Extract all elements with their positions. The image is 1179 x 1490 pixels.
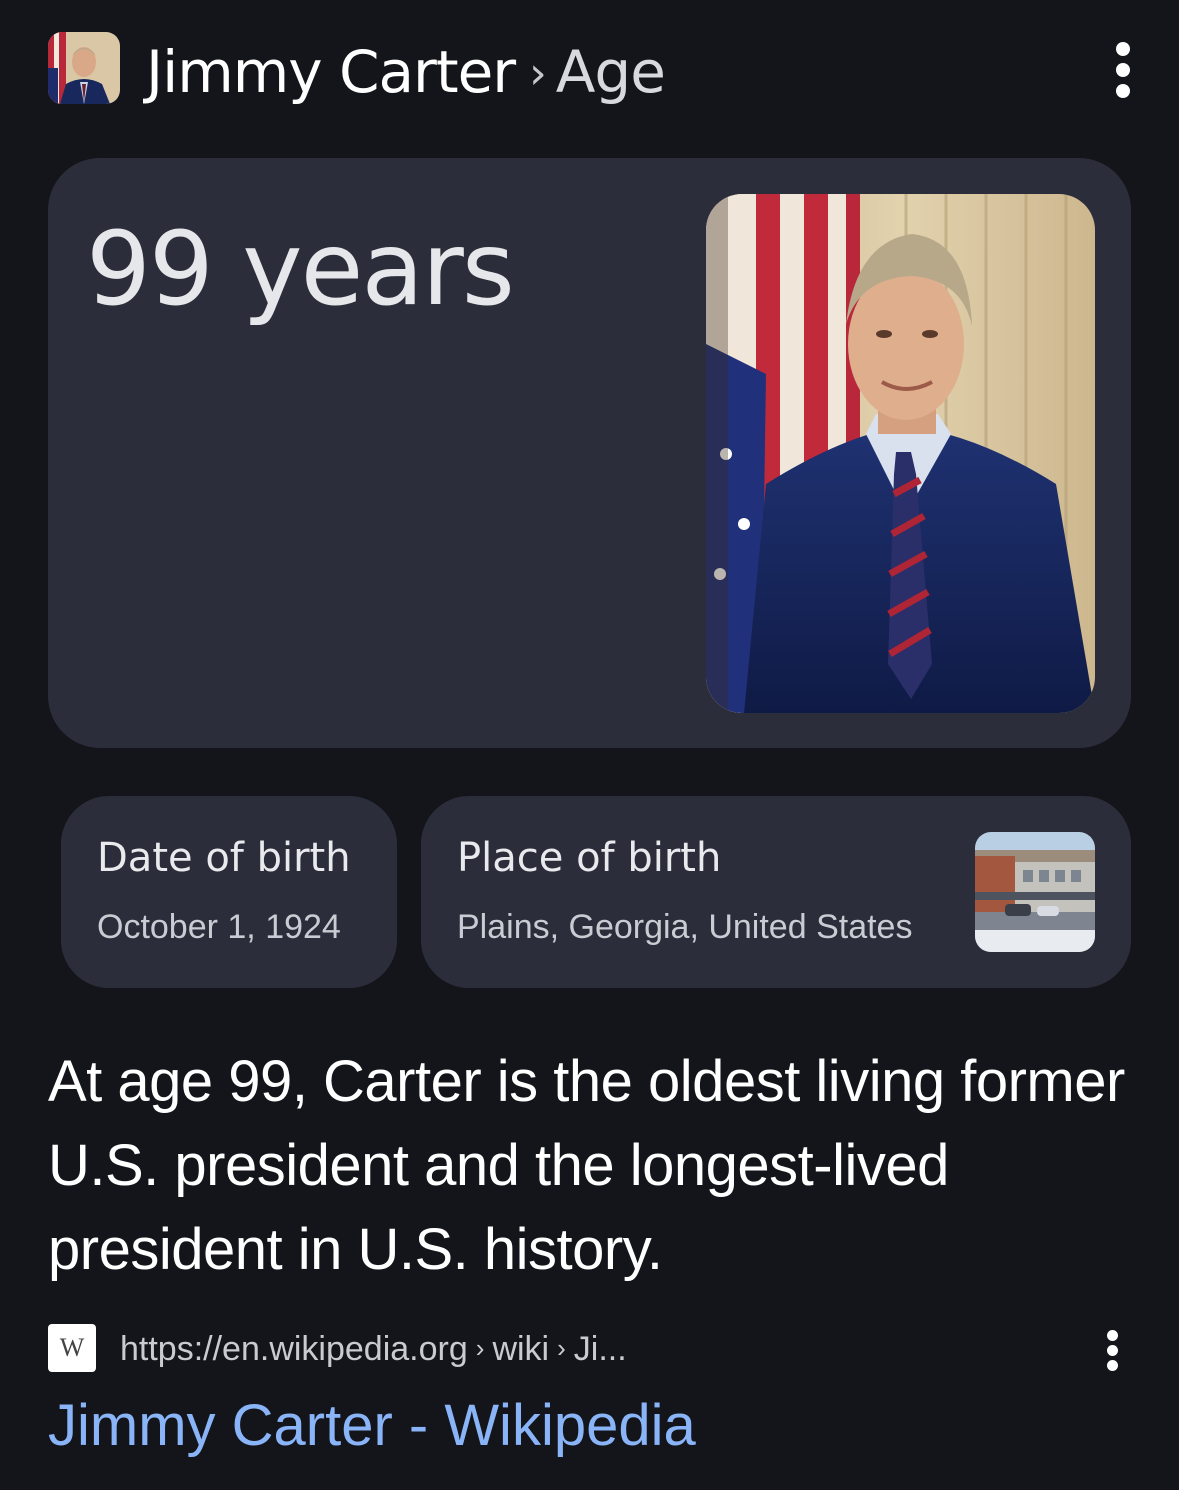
place-thumbnail — [975, 832, 1095, 952]
fact-label: Place of birth — [457, 835, 722, 881]
source-url-part: wiki — [492, 1330, 550, 1368]
fact-chip-place-of-birth[interactable]: Place of birth Plains, Georgia, United S… — [421, 796, 1131, 988]
breadcrumb-attribute: Age — [555, 38, 666, 106]
result-title-link[interactable]: Jimmy Carter - Wikipedia — [48, 1388, 696, 1464]
fact-label: Date of birth — [97, 835, 351, 881]
wikipedia-favicon-icon: W — [48, 1324, 96, 1372]
fact-value: Plains, Georgia, United States — [457, 908, 913, 946]
source-url[interactable]: https://en.wikipedia.org › wiki › Ji... — [120, 1326, 627, 1371]
breadcrumb-separator: › — [529, 48, 547, 99]
url-separator: › — [557, 1333, 566, 1363]
portrait-image[interactable] — [706, 194, 1095, 713]
source-url-base: https://en.wikipedia.org — [120, 1330, 468, 1368]
source-url-part: Ji... — [573, 1330, 627, 1368]
answer-description: At age 99, Carter is the oldest living f… — [48, 1049, 1125, 1282]
result-more-options-icon[interactable] — [1098, 1330, 1128, 1371]
fact-value: October 1, 1924 — [97, 908, 341, 946]
entity-thumbnail[interactable] — [48, 32, 120, 104]
fact-chip-date-of-birth[interactable]: Date of birth October 1, 1924 — [61, 796, 397, 988]
url-separator: › — [475, 1333, 485, 1363]
breadcrumb-entity[interactable]: Jimmy Carter — [146, 38, 516, 106]
portrait-thumbnail-icon — [48, 32, 120, 104]
knowledge-header: Jimmy Carter › Age — [48, 32, 1138, 108]
answer-value: 99 years — [86, 210, 515, 329]
breadcrumb: Jimmy Carter › Age — [146, 38, 666, 108]
answer-card: 99 years — [48, 158, 1131, 748]
more-options-icon[interactable] — [1108, 42, 1138, 98]
street-photo-icon — [975, 832, 1095, 952]
portrait-photo-icon — [706, 194, 1095, 713]
